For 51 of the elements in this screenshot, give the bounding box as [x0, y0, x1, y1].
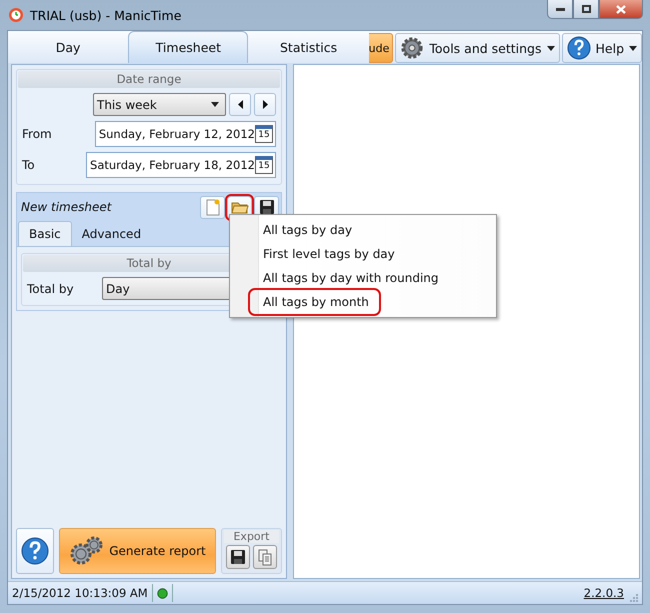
- close-button[interactable]: [599, 0, 643, 19]
- gears-icon: [69, 536, 104, 566]
- field-label: Total by: [27, 282, 75, 296]
- folder-icon: [230, 200, 248, 214]
- section-header: Date range: [18, 71, 280, 88]
- export-save-button[interactable]: [226, 545, 250, 569]
- tab[interactable]: Day: [8, 31, 128, 63]
- copy-button[interactable]: [253, 545, 277, 569]
- caret-icon: [211, 102, 220, 107]
- field-label: To: [22, 158, 36, 172]
- document-icon: [206, 198, 220, 216]
- field-label: From: [22, 127, 53, 141]
- date-field[interactable]: Sunday, February 12, 2012 15: [94, 121, 276, 147]
- tab[interactable]: Statistics: [248, 31, 369, 63]
- gear-icon: [400, 36, 424, 60]
- timesheet-name: New timesheet: [21, 200, 113, 214]
- upgrade-button[interactable]: ude: [368, 33, 394, 63]
- date-field[interactable]: Saturday, February 18, 2012 15: [86, 152, 276, 178]
- new-button[interactable]: [200, 196, 225, 218]
- version-link[interactable]: 2.2.0.3: [584, 586, 624, 600]
- resize-grip-icon: [628, 592, 638, 602]
- help-icon: [566, 36, 590, 60]
- generate-report-button[interactable]: Generate report: [59, 528, 216, 574]
- copy-icon: [258, 548, 272, 566]
- menu-item[interactable]: All tags by month: [250, 290, 379, 314]
- help-button[interactable]: [16, 528, 54, 574]
- period-dropdown[interactable]: This week: [93, 93, 226, 116]
- left-arrow-icon: [238, 100, 243, 109]
- tools-button[interactable]: Tools and settings: [395, 33, 560, 63]
- calendar-icon[interactable]: 15: [255, 156, 273, 174]
- tab[interactable]: Basic: [18, 221, 72, 246]
- maximize-icon: [582, 5, 590, 13]
- menu-item[interactable]: All tags by day: [230, 218, 356, 242]
- next-button[interactable]: [254, 93, 276, 116]
- caret-icon: [629, 46, 637, 50]
- help-menu-button[interactable]: Help: [562, 33, 642, 63]
- right-arrow-icon: [262, 100, 268, 109]
- status-time: 2/15/2012 10:13:09 AM: [12, 586, 148, 600]
- minimize-icon: [556, 8, 564, 10]
- maximize-button[interactable]: [573, 0, 599, 19]
- tab[interactable]: Timesheet: [128, 31, 248, 63]
- calendar-icon[interactable]: 15: [255, 125, 273, 143]
- export-label: Export: [224, 530, 279, 543]
- previous-button[interactable]: [229, 93, 252, 116]
- caret-icon: [546, 46, 554, 50]
- app-logo-icon: [8, 7, 24, 23]
- help-icon: [21, 537, 49, 565]
- minimize-button[interactable]: [547, 0, 573, 19]
- close-icon: [616, 4, 626, 14]
- window-title: TRIAL (usb) - ManicTime: [30, 8, 182, 22]
- tab[interactable]: Advanced: [72, 221, 152, 246]
